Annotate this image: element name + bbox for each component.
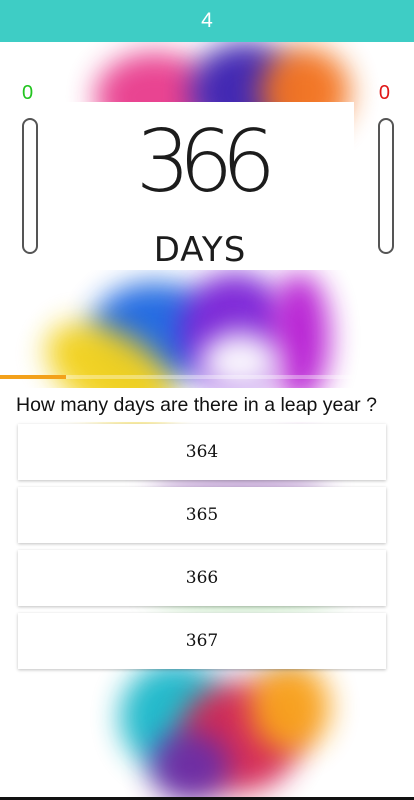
question-number-header: 4	[0, 0, 414, 42]
answer-option-2[interactable]: 365	[18, 487, 386, 543]
question-progress-bar	[0, 375, 414, 379]
right-score: 0	[378, 82, 390, 104]
question-text: How many days are there in a leap year ?	[0, 388, 414, 422]
question-image: 366 DAYS	[46, 102, 354, 270]
answer-option-4[interactable]: 367	[18, 613, 386, 669]
image-number: 366	[135, 112, 276, 212]
right-timer-bar	[378, 118, 394, 254]
answer-option-3[interactable]: 366	[18, 550, 386, 606]
question-number: 4	[201, 9, 213, 32]
answer-option-1[interactable]: 364	[18, 424, 386, 480]
progress-fill	[0, 375, 67, 379]
image-corner-chip	[60, 256, 108, 270]
left-score: 0	[22, 82, 34, 104]
left-timer-bar	[22, 118, 38, 254]
answer-list: 364 365 366 367	[18, 424, 386, 676]
